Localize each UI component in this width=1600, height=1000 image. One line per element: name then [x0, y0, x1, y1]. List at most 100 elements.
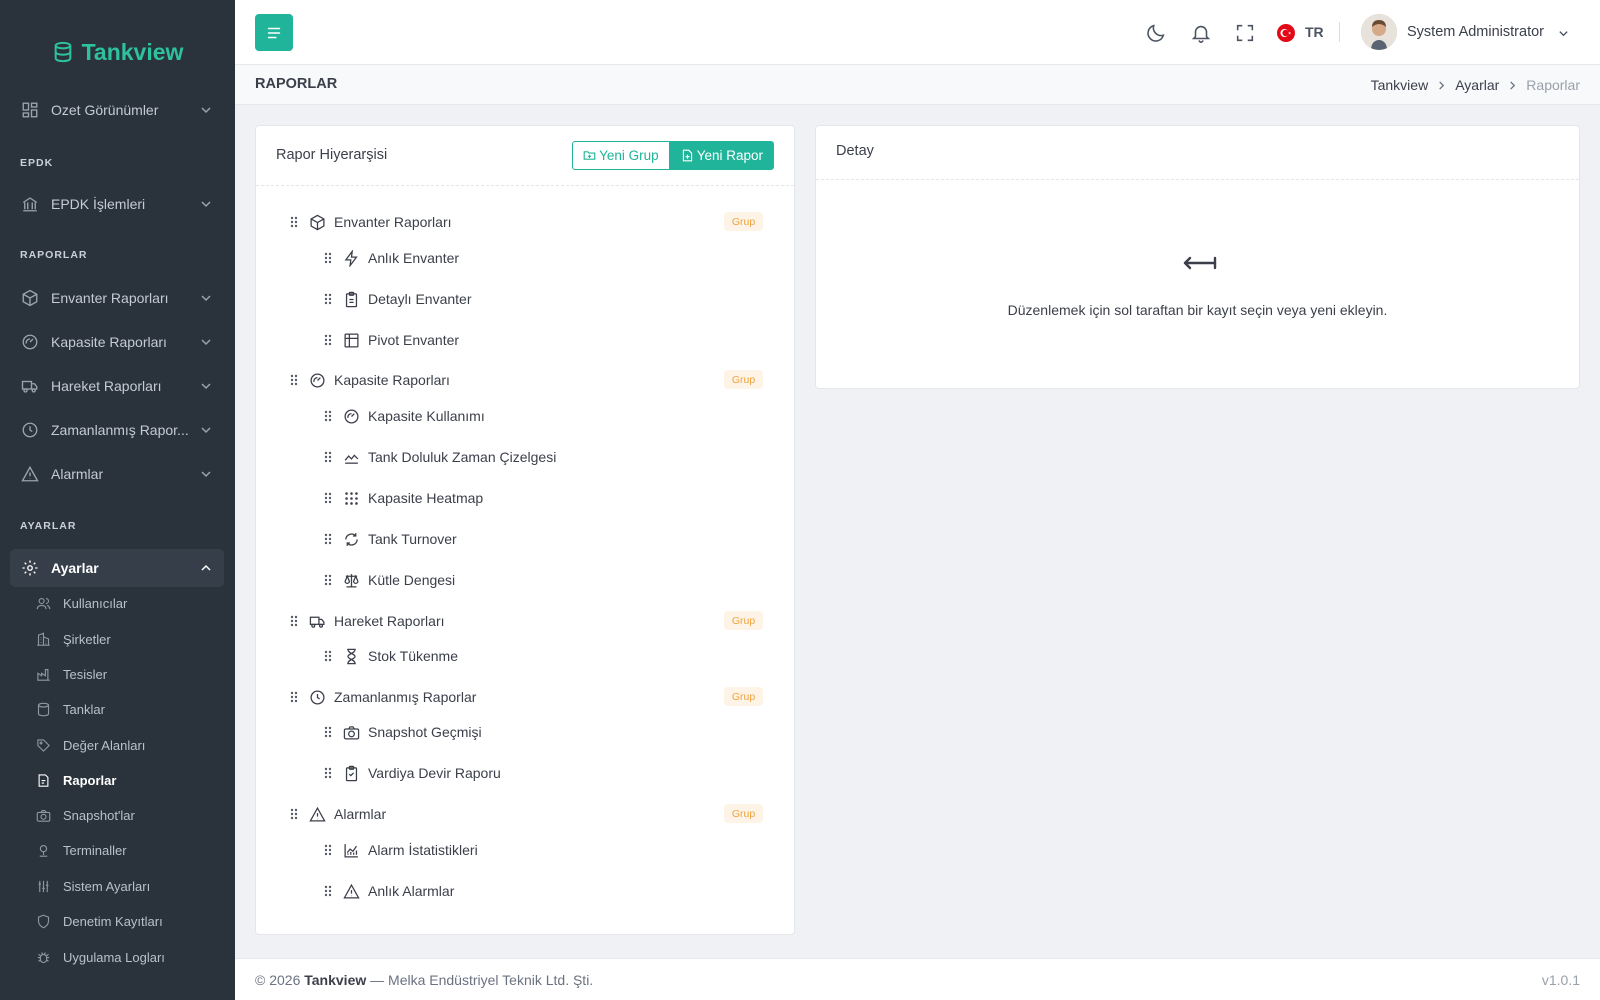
tree-item-label: Pivot Envanter [368, 332, 460, 348]
tree-group-alarmlar[interactable]: Alarmlar [289, 802, 386, 826]
drag-handle-icon[interactable] [289, 373, 299, 387]
drag-handle-icon[interactable] [323, 450, 333, 464]
sidebar-sub-label: Kullanıcılar [63, 595, 128, 611]
drag-handle-icon[interactable] [289, 807, 299, 821]
sidebar-item-label: Alarmlar [51, 466, 104, 482]
camera-icon [36, 809, 51, 822]
tree-item-tank-turnover[interactable]: Tank Turnover [323, 527, 457, 551]
tag-icon [37, 738, 50, 752]
sidebar-sub-sirketler[interactable]: Şirketler [30, 624, 220, 654]
drag-handle-icon[interactable] [323, 292, 333, 306]
tree-item-kutle-dengesi[interactable]: Kütle Dengesi [323, 568, 455, 592]
tree-item-tank-doluluk[interactable]: Tank Doluluk Zaman Çizelgesi [323, 445, 556, 469]
avatar[interactable] [1361, 14, 1397, 50]
drag-handle-icon[interactable] [323, 532, 333, 546]
sidebar-sub-label: Tanklar [63, 701, 105, 717]
bank-icon [22, 197, 38, 212]
menu-toggle-button[interactable] [255, 14, 293, 51]
tree-group-hareket[interactable]: Hareket Raporları [289, 609, 445, 633]
empty-state-message: Düzenlemek için sol taraftan bir kayıt s… [1007, 302, 1388, 318]
truck-icon [309, 616, 325, 628]
sidebar-sub-kullanicilar[interactable]: Kullanıcılar [30, 588, 220, 618]
chevron-down-icon [201, 339, 211, 346]
clock-icon [310, 689, 325, 705]
user-name[interactable]: System Administrator [1407, 24, 1544, 40]
group-badge: Grup [724, 611, 763, 630]
tree-group-label: Hareket Raporları [334, 613, 445, 629]
turkey-flag-icon[interactable] [1277, 24, 1295, 42]
drag-handle-icon[interactable] [323, 573, 333, 587]
footer: © 2026 Tankview — Melka Endüstriyel Tekn… [235, 958, 1600, 1000]
chevron-down-icon [201, 427, 211, 434]
bell-icon[interactable] [1190, 22, 1212, 44]
tree-item-kapasite-heatmap[interactable]: Kapasite Heatmap [323, 486, 483, 510]
drag-handle-icon[interactable] [289, 690, 299, 704]
footer-brand[interactable]: Tankview [304, 972, 366, 988]
tree-item-alarm-istatistikleri[interactable]: Alarm İstatistikleri [323, 838, 478, 862]
sidebar-sub-uygulama-loglari[interactable]: Uygulama Logları [30, 942, 220, 972]
sidebar-sub-label: Uygulama Logları [63, 949, 165, 965]
new-group-button[interactable]: Yeni Grup [572, 141, 670, 170]
sidebar-sub-terminaller[interactable]: Terminaller [30, 835, 220, 865]
drag-handle-icon[interactable] [323, 766, 333, 780]
sidebar-item-zamanlanmis[interactable]: Zamanlanmış Rapor... [10, 411, 224, 449]
tree-item-kapasite-kullanimi[interactable]: Kapasite Kullanımı [323, 404, 485, 428]
drag-handle-icon[interactable] [323, 843, 333, 857]
sidebar-sub-sistem-ayarlari[interactable]: Sistem Ayarları [30, 871, 220, 901]
group-badge: Grup [724, 370, 763, 389]
drag-handle-icon[interactable] [323, 884, 333, 898]
drag-handle-icon[interactable] [323, 491, 333, 505]
fullscreen-icon[interactable] [1234, 22, 1256, 44]
sidebar-item-hareket[interactable]: Hareket Raporları [10, 367, 224, 405]
tree-group-kapasite[interactable]: Kapasite Raporları [289, 368, 450, 392]
tree-item-anlik-alarmlar[interactable]: Anlık Alarmlar [323, 879, 454, 903]
tree-item-anlik-envanter[interactable]: Anlık Envanter [323, 246, 459, 270]
tree-item-stok-tukenme[interactable]: Stok Tükenme [323, 644, 458, 668]
drag-handle-icon[interactable] [323, 649, 333, 663]
sidebar-sub-raporlar[interactable]: Raporlar [30, 765, 220, 795]
sidebar-sub-tesisler[interactable]: Tesisler [30, 659, 220, 689]
new-report-button[interactable]: Yeni Rapor [669, 141, 774, 170]
sidebar-sub-denetim[interactable]: Denetim Kayıtları [30, 906, 220, 936]
moon-icon[interactable] [1145, 22, 1167, 44]
chevron-up-icon [201, 564, 211, 571]
drag-handle-icon[interactable] [323, 251, 333, 265]
drag-handle-icon[interactable] [289, 215, 299, 229]
sidebar-item-envanter[interactable]: Envanter Raporları [10, 279, 224, 317]
sidebar-item-ayarlar[interactable]: Ayarlar [10, 549, 224, 587]
area-chart-icon [344, 453, 359, 464]
tree-item-pivot-envanter[interactable]: Pivot Envanter [323, 328, 459, 352]
arrow-left-right-icon [1183, 256, 1217, 270]
sidebar-sub-tanklar[interactable]: Tanklar [30, 694, 220, 724]
tree-item-detayli-envanter[interactable]: Detaylı Envanter [323, 287, 472, 311]
brand-logo[interactable]: Tankview [0, 0, 235, 104]
sliders-icon [38, 880, 49, 892]
language-label[interactable]: TR [1305, 24, 1324, 40]
alert-icon [21, 465, 39, 482]
tree-group-zamanlanmis[interactable]: Zamanlanmış Raporlar [289, 685, 476, 709]
breadcrumb-item[interactable]: Tankview [1371, 77, 1429, 93]
sidebar-item-ozet[interactable]: Ozet Görünümler [10, 91, 224, 129]
tree-group-label: Alarmlar [334, 806, 387, 822]
chevron-down-icon [201, 107, 211, 114]
sidebar-item-label: Kapasite Raporları [51, 334, 167, 350]
chevron-down-icon [201, 295, 211, 302]
sidebar-item-alarmlar[interactable]: Alarmlar [10, 455, 224, 493]
sidebar-sub-label: Terminaller [63, 842, 127, 858]
breadcrumb-item[interactable]: Ayarlar [1455, 77, 1499, 93]
tree-group-envanter[interactable]: Envanter Raporları [289, 210, 452, 234]
drag-handle-icon[interactable] [323, 409, 333, 423]
sidebar-item-epdk[interactable]: EPDK İşlemleri [10, 185, 224, 223]
tree-item-label: Kütle Dengesi [368, 572, 456, 588]
drag-handle-icon[interactable] [323, 333, 333, 347]
drag-handle-icon[interactable] [323, 725, 333, 739]
chevron-down-icon[interactable] [1558, 28, 1569, 39]
tree-item-snapshot-gecmisi[interactable]: Snapshot Geçmişi [323, 720, 482, 744]
tree-item-vardiya-devir[interactable]: Vardiya Devir Raporu [323, 761, 501, 785]
drag-handle-icon[interactable] [289, 614, 299, 628]
sidebar-sub-snapshotlar[interactable]: Snapshot'lar [30, 800, 220, 830]
sidebar-sub-deger-alanlari[interactable]: Değer Alanları [30, 730, 220, 760]
sidebar-item-kapasite[interactable]: Kapasite Raporları [10, 323, 224, 361]
tree-group-label: Envanter Raporları [334, 214, 452, 230]
tree-item-label: Snapshot Geçmişi [368, 724, 482, 740]
